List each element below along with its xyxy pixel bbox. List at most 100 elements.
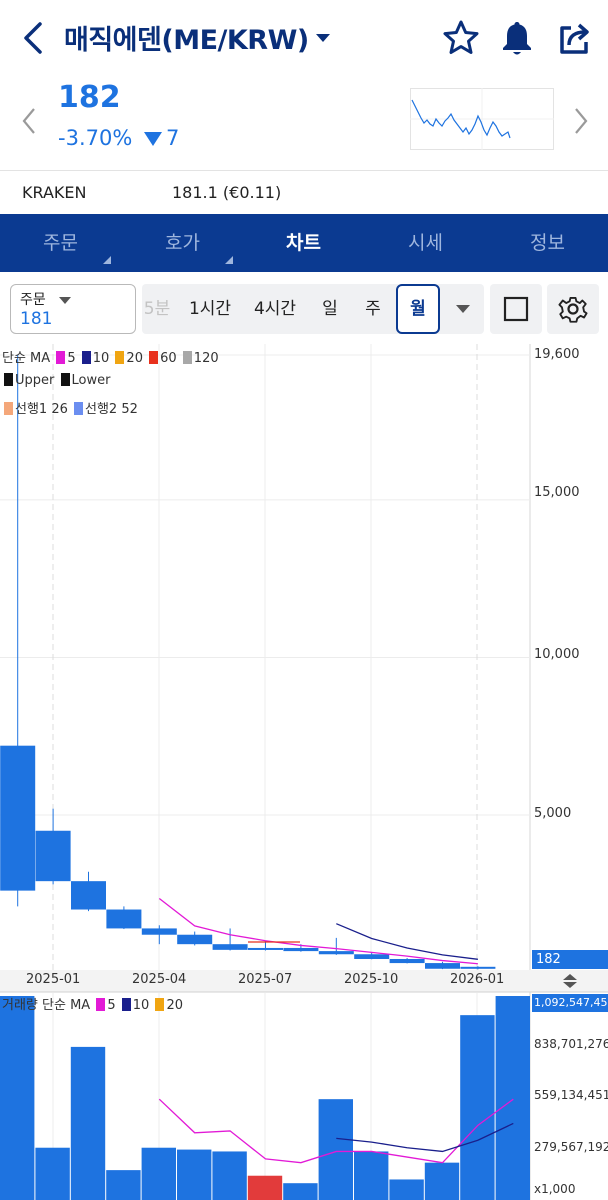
star-icon[interactable] <box>441 18 481 58</box>
tab-market-label: 시세 <box>408 232 443 254</box>
corner-indicator-icon <box>225 256 233 264</box>
candle-body <box>106 909 142 929</box>
lower-swatch <box>60 373 70 386</box>
period-selector: 5분 1시간 4시간 일 주 월 <box>142 284 484 334</box>
tab-market[interactable]: 시세 <box>365 214 486 272</box>
bell-icon[interactable] <box>497 18 537 58</box>
share-icon[interactable] <box>555 18 595 58</box>
volume-tick-label: 838,701,276 <box>534 1037 608 1051</box>
tab-order[interactable]: 주문 <box>0 214 121 272</box>
drawing-tool-button[interactable] <box>490 284 542 334</box>
current-price: 182 <box>58 80 121 115</box>
previous-coin-icon[interactable] <box>18 106 42 136</box>
volume-tick-label: 279,567,192 <box>534 1140 608 1154</box>
chart-toolbar: 주문 181 5분 1시간 4시간 일 주 월 <box>0 276 608 342</box>
tab-chart-label: 차트 <box>286 232 321 254</box>
ma20-label: 20 <box>126 351 143 366</box>
candle-body <box>248 947 283 950</box>
order-label: 주문 <box>20 292 46 308</box>
volume-legend-label: 거래량 단순 MA <box>2 998 91 1013</box>
ma120-swatch <box>182 351 192 364</box>
vol-ma10-label: 10 <box>132 998 150 1013</box>
ma60-swatch <box>149 351 159 364</box>
upper-swatch <box>4 373 13 386</box>
volume-bar <box>318 1099 353 1200</box>
candle-body <box>354 954 390 959</box>
square-icon <box>503 296 529 322</box>
tab-orderbook[interactable]: 호가 <box>122 214 243 272</box>
vol-ma20-label: 20 <box>166 998 183 1013</box>
coin-title[interactable]: 매직에덴(ME/KRW) <box>64 18 309 57</box>
candle-body <box>389 958 425 964</box>
down-triangle-icon <box>144 132 162 146</box>
volume-bar <box>247 1175 283 1200</box>
change-amount: 7 <box>166 126 180 150</box>
ma5-swatch <box>56 351 66 364</box>
gear-icon <box>558 297 588 323</box>
app-header: 매직에덴(ME/KRW) <box>0 0 608 78</box>
span2-swatch <box>74 402 84 415</box>
period-4h[interactable]: 4시간 <box>246 284 304 334</box>
candle-body <box>460 966 496 969</box>
x-tick-label: 2025-10 <box>344 972 399 987</box>
volume-bar <box>460 1015 495 1200</box>
upper-label: Upper <box>15 373 55 388</box>
ma-legend: 단순 MA 5 10 20 60 120 <box>2 347 219 366</box>
period-1h[interactable]: 1시간 <box>182 284 238 334</box>
candle-body <box>141 928 177 935</box>
y-tick-label: 10,000 <box>534 647 580 662</box>
volume-bar <box>70 1046 106 1200</box>
volume-bar <box>389 1179 424 1200</box>
ma20-swatch <box>115 351 125 364</box>
lower-label: Lower <box>71 373 111 388</box>
candle-body <box>283 947 319 952</box>
mini-sparkline-chart <box>410 88 554 150</box>
chevron-down-icon <box>59 297 71 304</box>
next-coin-icon[interactable] <box>568 106 592 136</box>
tab-chart[interactable]: 차트 <box>243 214 364 272</box>
y-tick-label: 15,000 <box>534 485 580 500</box>
volume-unit-label: x1,000 <box>534 1182 576 1196</box>
band-legend: Upper Lower <box>2 373 110 388</box>
volume-bar <box>0 996 35 1200</box>
candle-body <box>177 934 213 945</box>
volume-bar <box>141 1147 176 1200</box>
volume-tick-label: 559,134,451 <box>534 1088 608 1102</box>
x-tick-label: 2025-04 <box>132 972 187 987</box>
pane-resize-icon[interactable] <box>560 972 580 990</box>
candle-body <box>71 881 106 910</box>
divider <box>0 170 608 171</box>
period-month[interactable]: 월 <box>396 284 440 334</box>
period-week[interactable]: 주 <box>356 284 390 334</box>
span2-label: 선행2 52 <box>85 402 138 417</box>
tab-orderbook-label: 호가 <box>165 232 200 254</box>
tab-info-label: 정보 <box>530 232 565 254</box>
vol-ma10-swatch <box>121 998 131 1011</box>
chevron-down-icon[interactable] <box>316 34 330 42</box>
volume-bar <box>354 1151 389 1200</box>
exchange-price: 181.1 (€0.11) <box>172 183 282 202</box>
exchange-name: KRAKEN <box>22 183 87 202</box>
candle-body <box>0 745 36 891</box>
ma10-swatch <box>81 351 91 364</box>
y-tick-label: 5,000 <box>534 806 572 821</box>
price-chart[interactable] <box>0 344 608 1200</box>
vol-ma5-label: 5 <box>107 998 116 1013</box>
ma60-label: 60 <box>160 351 177 366</box>
ma-legend-label: 단순 MA <box>2 351 51 366</box>
main-tab-bar: 주문 호가 차트 시세 정보 <box>0 214 608 272</box>
volume-bar <box>283 1183 318 1200</box>
period-day[interactable]: 일 <box>312 284 348 334</box>
candle-body <box>35 830 71 882</box>
back-arrow-icon[interactable] <box>18 18 50 58</box>
volume-bar <box>35 1147 70 1200</box>
chevron-down-icon[interactable] <box>456 305 470 313</box>
volume-bar <box>212 1151 247 1200</box>
tab-info[interactable]: 정보 <box>487 214 608 272</box>
x-axis-band <box>0 970 608 992</box>
chart-settings-button[interactable] <box>547 284 599 334</box>
order-price-box[interactable]: 주문 181 <box>10 284 136 334</box>
y-tick-label: 19,600 <box>534 347 580 362</box>
period-5m[interactable]: 5분 <box>142 284 172 334</box>
x-tick-label: 2025-01 <box>26 972 81 987</box>
